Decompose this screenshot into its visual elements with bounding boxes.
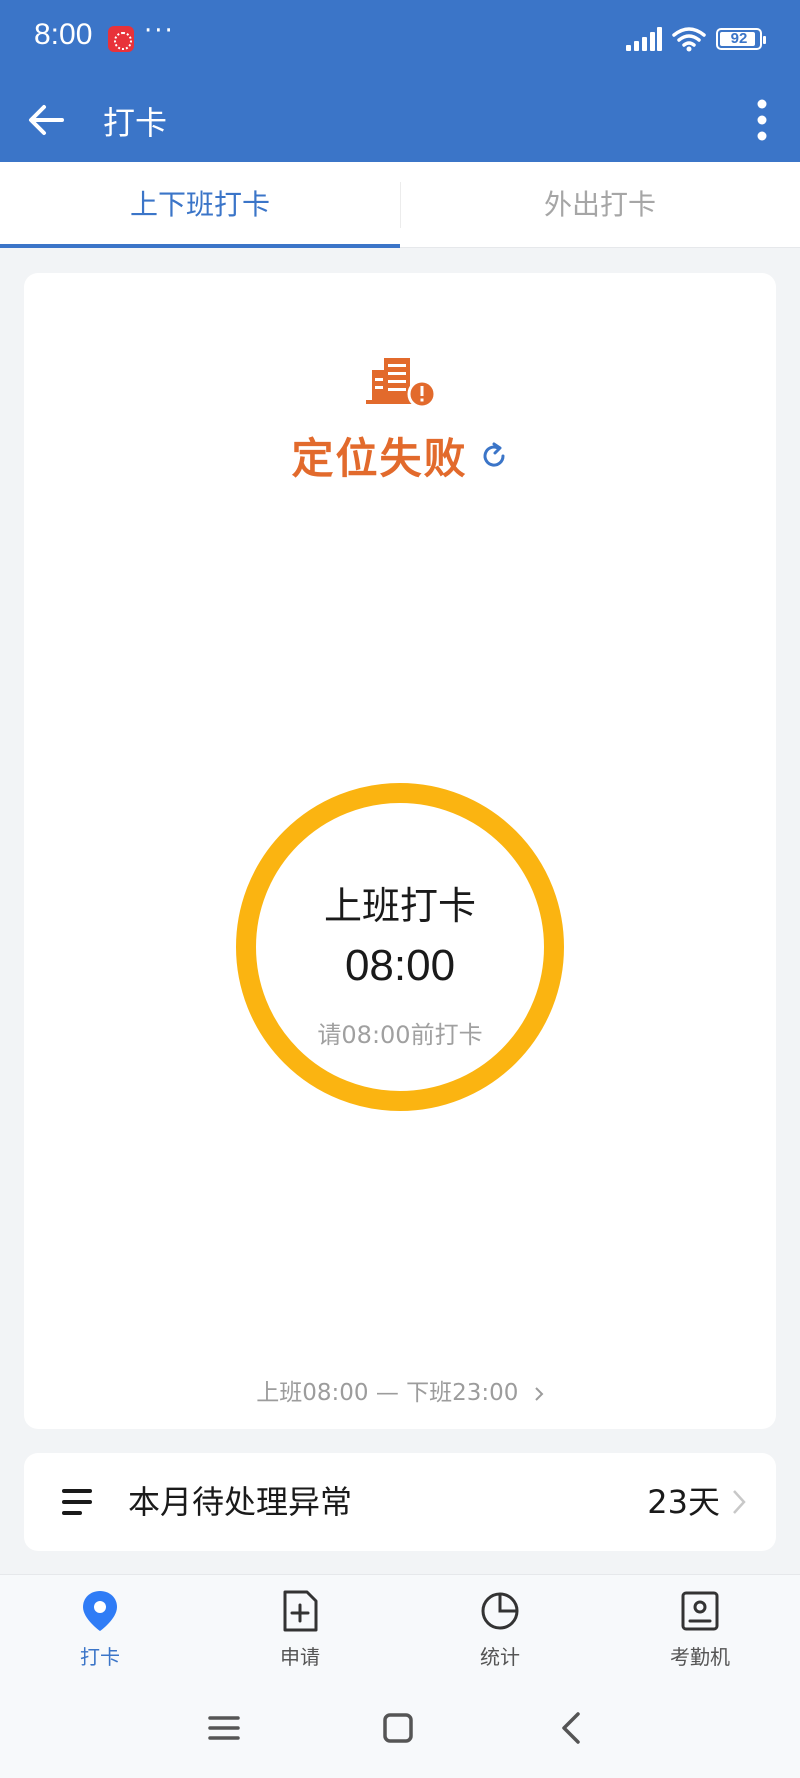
nav-apply[interactable]: 申请	[200, 1575, 400, 1679]
status-time: 8:00	[34, 18, 93, 51]
punch-in-button[interactable]: 上班打卡 08:00 请08:00前打卡	[236, 783, 564, 1111]
battery-level: 92	[730, 30, 748, 47]
active-tab-indicator	[0, 244, 400, 248]
punch-card: 定位失败 上班打卡 08:00 请08:00前打卡 上班08:00 — 下班23…	[24, 273, 776, 1429]
status-bar: 8:00 ··· 92	[0, 0, 800, 78]
list-icon	[62, 1489, 92, 1515]
battery-icon: 92	[716, 28, 766, 50]
system-navigation	[0, 1678, 800, 1778]
nav-punch-label: 打卡	[80, 1645, 120, 1669]
pie-chart-icon	[481, 1592, 519, 1630]
monthly-anomaly-row[interactable]: 本月待处理异常 23天	[24, 1453, 776, 1551]
page-title: 打卡	[103, 104, 168, 142]
tab-outing-punch[interactable]: 外出打卡	[400, 162, 800, 248]
building-alert-icon	[366, 358, 436, 408]
add-document-icon	[283, 1590, 318, 1632]
location-failed-text: 定位失败	[291, 434, 468, 483]
status-more-icon: ···	[144, 16, 175, 46]
notification-app-icon	[108, 26, 134, 52]
anomaly-count: 23天	[647, 1483, 720, 1521]
shift-schedule-text: 上班08:00 — 下班23:00	[256, 1380, 519, 1406]
nav-stats-label: 统计	[480, 1645, 520, 1669]
more-vertical-icon[interactable]	[754, 96, 770, 144]
status-indicators: 92	[626, 24, 766, 54]
home-square-icon[interactable]	[378, 1708, 418, 1748]
back-chevron-icon[interactable]	[552, 1708, 592, 1748]
chevron-right-icon	[535, 1386, 544, 1401]
recents-menu-icon[interactable]	[204, 1708, 244, 1748]
chevron-right-icon	[733, 1490, 746, 1514]
nav-punch[interactable]: 打卡	[0, 1575, 200, 1679]
nav-stats[interactable]: 统计	[400, 1575, 600, 1679]
signal-icon	[626, 27, 662, 51]
anomaly-label: 本月待处理异常	[128, 1483, 353, 1521]
punch-type-tabs: 上下班打卡 外出打卡	[0, 162, 800, 248]
attendance-device-icon	[681, 1591, 719, 1631]
shift-schedule-link[interactable]: 上班08:00 — 下班23:00	[24, 1373, 776, 1407]
nav-apply-label: 申请	[280, 1645, 320, 1669]
location-pin-icon	[83, 1591, 117, 1631]
punch-label: 上班打卡	[323, 884, 476, 928]
arrow-left-icon[interactable]	[24, 98, 68, 142]
punch-hint: 请08:00前打卡	[317, 1021, 483, 1049]
nav-attendance-device[interactable]: 考勤机	[600, 1575, 800, 1679]
refresh-icon[interactable]	[479, 441, 509, 471]
app-bar: 打卡	[0, 78, 800, 162]
wifi-icon	[672, 27, 706, 52]
nav-attendance-device-label: 考勤机	[670, 1645, 730, 1669]
tab-commute-punch[interactable]: 上下班打卡	[0, 162, 400, 248]
punch-time: 08:00	[344, 941, 456, 990]
location-status: 定位失败	[24, 425, 776, 486]
bottom-navigation: 打卡 申请 统计 考勤机	[0, 1574, 800, 1678]
